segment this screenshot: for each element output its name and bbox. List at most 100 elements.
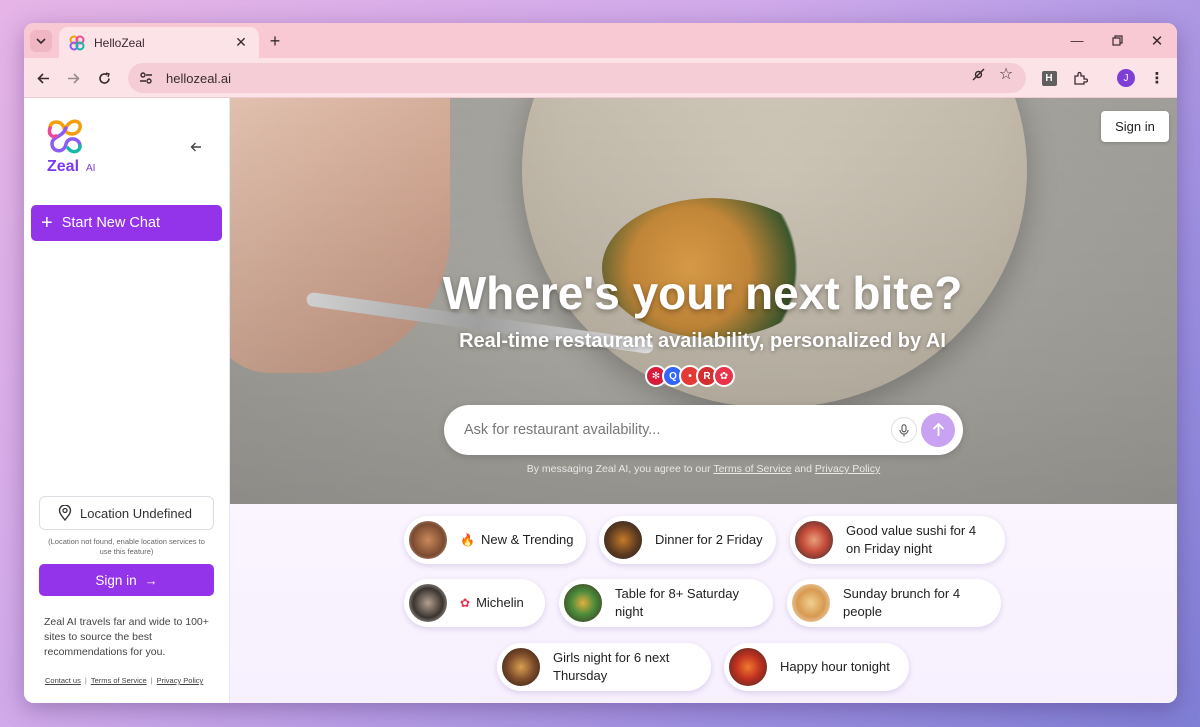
restore-icon — [1111, 35, 1123, 46]
location-button[interactable]: Location Undefined — [39, 496, 214, 530]
suggestion-chip[interactable]: ✿ Michelin — [404, 579, 545, 627]
food-thumbnail — [500, 646, 542, 688]
extension-h-button[interactable]: H — [1039, 68, 1059, 88]
site-settings-icon[interactable] — [138, 70, 154, 86]
food-thumbnail — [562, 582, 604, 624]
sidebar: Zeal AI + Start New Chat Location Undefi… — [24, 98, 230, 703]
send-button[interactable] — [921, 413, 955, 447]
suggestion-chip[interactable]: Girls night for 6 next Thursday — [497, 643, 711, 691]
browser-tab[interactable]: HelloZeal ✕ — [59, 27, 259, 58]
new-tab-button[interactable]: + — [264, 30, 286, 52]
suggestion-chip[interactable]: Dinner for 2 Friday — [599, 516, 776, 564]
header-sign-in-button[interactable]: Sign in — [1101, 111, 1169, 142]
privacy-policy-link[interactable]: Privacy Policy — [815, 463, 880, 475]
food-thumbnail — [407, 582, 449, 624]
footer-separator: | — [84, 676, 87, 685]
window-close-button[interactable]: ✕ — [1137, 23, 1177, 58]
suggestion-label: Good value sushi for 4 on Friday night — [846, 523, 977, 556]
back-button[interactable] — [32, 67, 54, 89]
location-label: Location Undefined — [80, 505, 193, 521]
browser-window: HelloZeal ✕ + — ✕ hellozeal.ai ☆ H J ⋮ Z… — [24, 23, 1177, 703]
bookmark-star-icon[interactable]: ☆ — [997, 65, 1015, 83]
terms-and: and — [791, 463, 815, 475]
start-new-chat-button[interactable]: + Start New Chat — [31, 205, 222, 241]
tab-title: HelloZeal — [94, 35, 145, 50]
arrow-left-icon — [36, 72, 49, 84]
zeal-logo-icon — [47, 119, 82, 154]
terms-of-service-link[interactable]: Terms of Service — [91, 676, 147, 685]
source-logos: ✻ Q • R ✿ — [645, 365, 735, 387]
url-text: hellozeal.ai — [166, 70, 232, 86]
suggestion-chip[interactable]: Sunday brunch for 4 people — [787, 579, 1001, 627]
tab-close-icon[interactable]: ✕ — [233, 34, 249, 51]
extensions-puzzle-icon[interactable] — [1070, 68, 1090, 88]
logo-word: Zeal — [47, 158, 80, 175]
search-input[interactable] — [464, 422, 891, 438]
avatar: J — [1117, 69, 1135, 87]
source-logo-icon: ✿ — [713, 365, 735, 387]
collapse-sidebar-button[interactable] — [187, 138, 205, 156]
suggestion-chip[interactable]: Good value sushi for 4 on Friday night — [790, 516, 1005, 564]
food-thumbnail — [727, 646, 769, 688]
plus-icon: + — [41, 212, 53, 234]
reload-button[interactable] — [93, 67, 115, 89]
arrow-left-icon — [190, 142, 201, 152]
tab-search-button[interactable] — [30, 30, 52, 52]
search-bar — [444, 405, 963, 455]
suggestion-label: Michelin — [476, 595, 524, 611]
restore-button[interactable] — [1097, 23, 1137, 58]
about-text: Zeal AI travels far and wide to 100+ sit… — [44, 616, 209, 658]
fire-icon: 🔥 — [460, 533, 475, 547]
suggestion-chip[interactable]: 🔥 New & Trending — [404, 516, 586, 564]
main-area: Sign in Where's your next bite? Real-tim… — [230, 98, 1177, 703]
suggestion-label: New & Trending — [480, 532, 574, 548]
food-thumbnail — [602, 519, 644, 561]
suggestion-chip[interactable]: Happy hour tonight — [724, 643, 909, 691]
hero-section: Sign in Where's your next bite? Real-tim… — [230, 98, 1177, 504]
tracking-blocked-icon[interactable] — [969, 65, 987, 83]
michelin-icon: ✿ — [460, 596, 471, 610]
terms-notice: By messaging Zeal AI, you agree to our T… — [430, 463, 977, 475]
page-title: Where's your next bite? — [442, 267, 963, 319]
privacy-policy-link[interactable]: Privacy Policy — [157, 676, 204, 685]
chevron-down-icon — [36, 38, 46, 45]
zeal-favicon-icon — [69, 35, 85, 50]
food-thumbnail — [793, 519, 835, 561]
extension-h-icon: H — [1041, 70, 1057, 86]
arrow-right-icon: → — [144, 572, 158, 588]
start-new-chat-label: Start New Chat — [61, 215, 161, 231]
suggestion-chip[interactable]: Table for 8+ Saturday night — [559, 579, 773, 627]
zeal-logo[interactable]: Zeal AI — [46, 118, 126, 178]
food-thumbnail — [407, 519, 449, 561]
terms-prefix: By messaging Zeal AI, you agree to our — [526, 463, 714, 475]
suggestion-label: Girls night for 6 next Thursday — [553, 650, 670, 683]
location-note: (Location not found, enable location ser… — [48, 537, 205, 557]
footer-links: Contact us | Terms of Service | Privacy Poli… — [45, 676, 203, 685]
sidebar-sign-in-button[interactable]: Sign in → — [39, 564, 214, 596]
address-bar[interactable]: hellozeal.ai — [128, 63, 1026, 93]
food-thumbnail — [790, 582, 832, 624]
page-subtitle: Real-time restaurant availability, perso… — [459, 330, 946, 352]
location-pin-icon — [58, 505, 72, 521]
arrow-right-icon — [67, 72, 80, 84]
sidebar-sign-in-label: Sign in — [95, 572, 137, 588]
suggestion-label: Sunday brunch for 4 people — [843, 586, 961, 619]
suggestion-label: Dinner for 2 Friday — [655, 532, 763, 548]
minimize-button[interactable]: — — [1057, 23, 1097, 58]
contact-us-link[interactable]: Contact us — [45, 676, 81, 685]
profile-button[interactable]: J — [1116, 68, 1136, 88]
suggestion-label: Happy hour tonight — [780, 659, 890, 675]
terms-of-service-link[interactable]: Terms of Service — [713, 463, 791, 475]
tab-bar: HelloZeal ✕ + — ✕ — [24, 23, 1177, 58]
kebab-menu-icon[interactable]: ⋮ — [1147, 68, 1167, 88]
microphone-icon — [899, 423, 909, 436]
forward-button[interactable] — [62, 67, 84, 89]
arrow-up-icon — [932, 423, 944, 436]
logo-suffix: AI — [86, 163, 96, 174]
page-content: Zeal AI + Start New Chat Location Undefi… — [24, 98, 1177, 703]
footer-separator: | — [150, 676, 153, 685]
suggestion-label: Table for 8+ Saturday night — [615, 586, 739, 619]
reload-icon — [98, 71, 110, 84]
microphone-button[interactable] — [891, 417, 917, 443]
browser-toolbar: hellozeal.ai ☆ H J ⋮ — [24, 58, 1177, 98]
